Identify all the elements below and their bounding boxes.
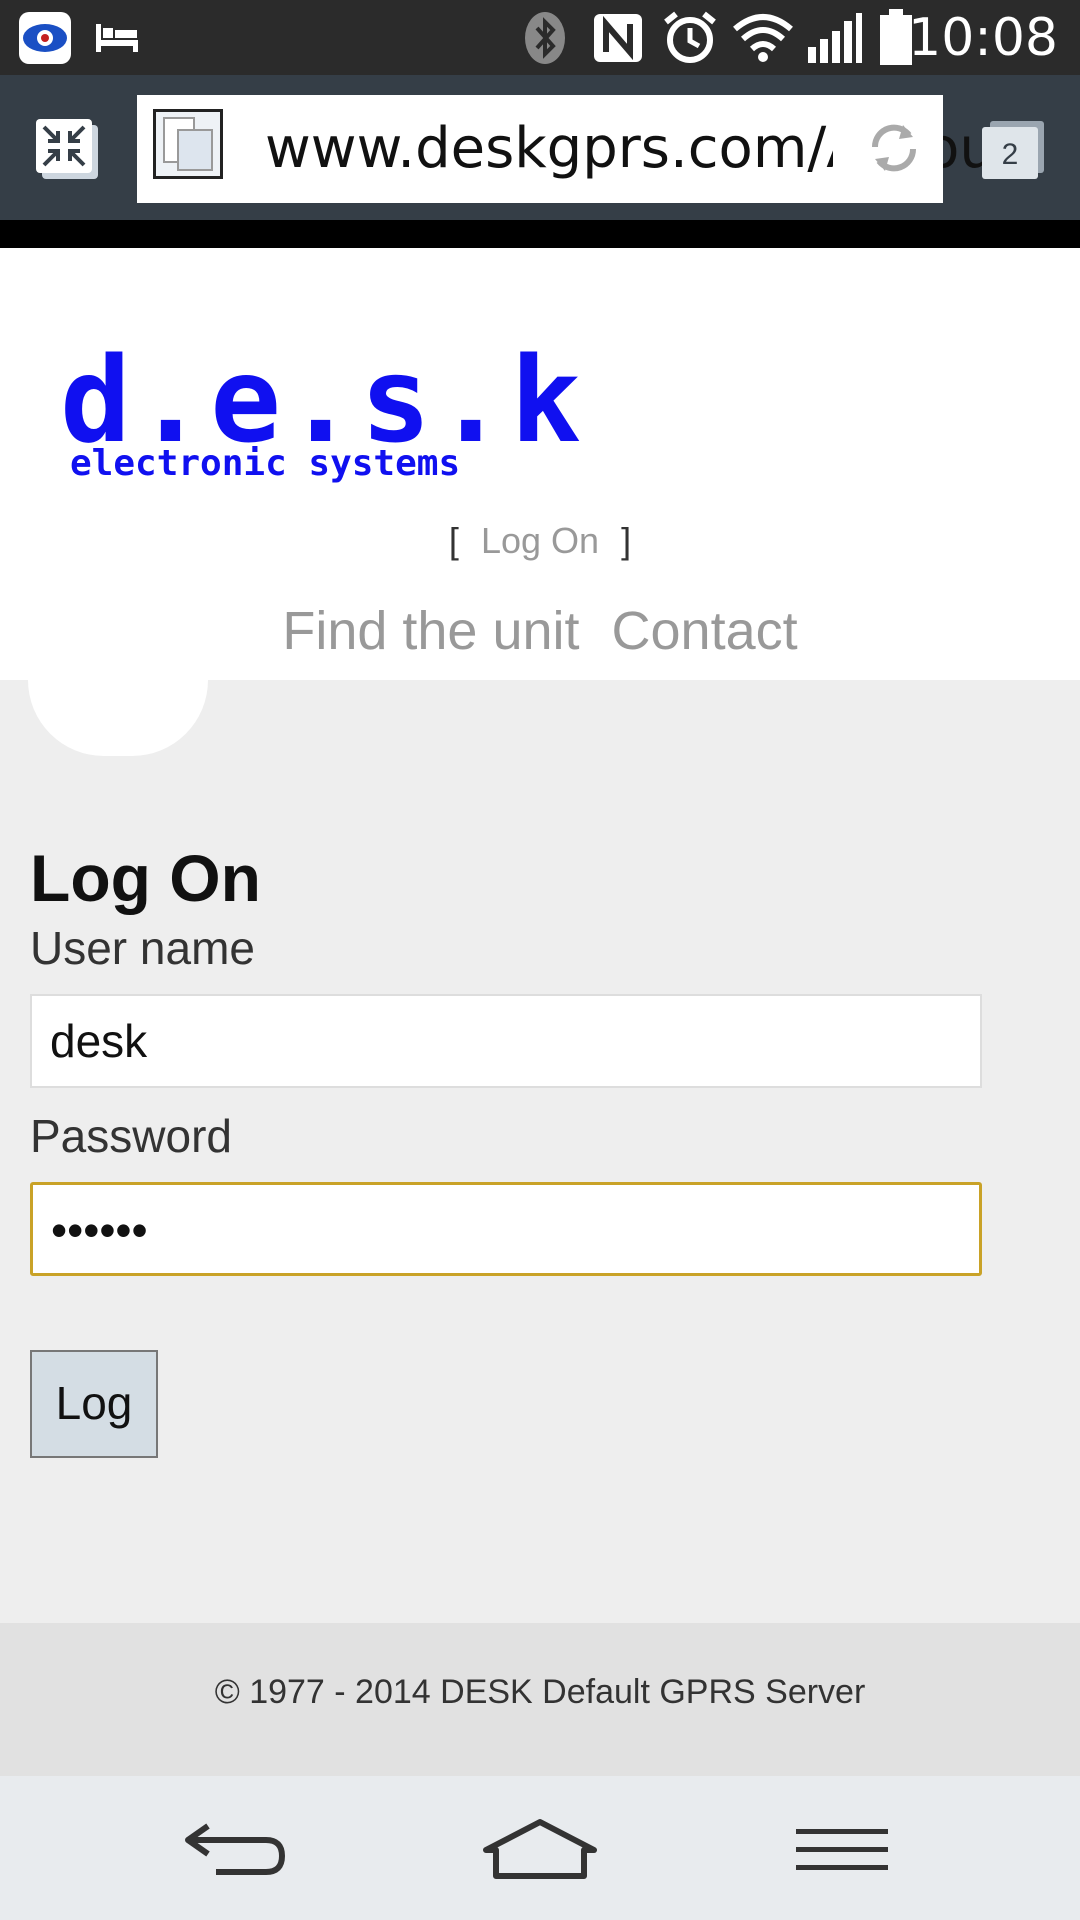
tabs-button[interactable]: 2 [978, 119, 1048, 183]
copyright-text: © 1977 - 2014 DESK Default GPRS Server [214, 1673, 866, 1711]
username-label: User name [30, 922, 255, 974]
alarm-icon [660, 10, 720, 66]
back-icon [185, 1823, 286, 1875]
back-button[interactable] [168, 1806, 308, 1896]
username-input[interactable]: desk [30, 994, 982, 1088]
decorative-circle [28, 680, 208, 756]
bluetooth-icon [520, 10, 570, 66]
signal-icon [804, 10, 866, 66]
logo-main: d.e.s.k [60, 331, 586, 469]
menu-icon [796, 1829, 888, 1870]
browser-toolbar: www.deskgprs.com/Account/LogOn 2 [0, 75, 1080, 220]
login-display: [ Log On ] [0, 516, 1080, 566]
menu-button[interactable] [772, 1806, 912, 1896]
home-button[interactable] [470, 1806, 610, 1896]
page-favicon-icon [153, 109, 223, 179]
bracket-close: ] [621, 520, 632, 561]
tab-count: 2 [1001, 138, 1019, 171]
app-eye-icon [16, 10, 74, 66]
bracket-open: [ [448, 520, 459, 561]
log-button[interactable]: Log [30, 1350, 158, 1458]
site-header: d.e.s.k electronic systems [ Log On ] Fi… [0, 248, 1080, 680]
exit-fullscreen-icon[interactable] [32, 113, 102, 183]
logo-tagline: electronic systems [70, 443, 461, 484]
wifi-icon [732, 10, 794, 66]
url-bar[interactable]: www.deskgprs.com/Account/LogOn [137, 95, 985, 203]
toolbar-separator [0, 220, 1080, 248]
main-nav: Find the unit Contact [0, 596, 1080, 666]
nfc-icon [590, 10, 646, 66]
password-input[interactable]: •••••• [30, 1182, 982, 1276]
page-title: Log On [30, 841, 261, 915]
footer: © 1977 - 2014 DESK Default GPRS Server [0, 1623, 1080, 1776]
home-icon [483, 1819, 597, 1879]
nav-find-unit[interactable]: Find the unit [282, 601, 579, 661]
clock: 10:08 [908, 8, 1058, 68]
bed-icon [92, 10, 142, 66]
system-nav-bar [0, 1776, 1080, 1920]
logon-link[interactable]: Log On [481, 520, 599, 561]
password-label: Password [30, 1110, 232, 1162]
status-bar: 10:08 [0, 0, 1080, 75]
nav-contact[interactable]: Contact [612, 601, 798, 661]
reload-icon[interactable] [865, 119, 923, 177]
